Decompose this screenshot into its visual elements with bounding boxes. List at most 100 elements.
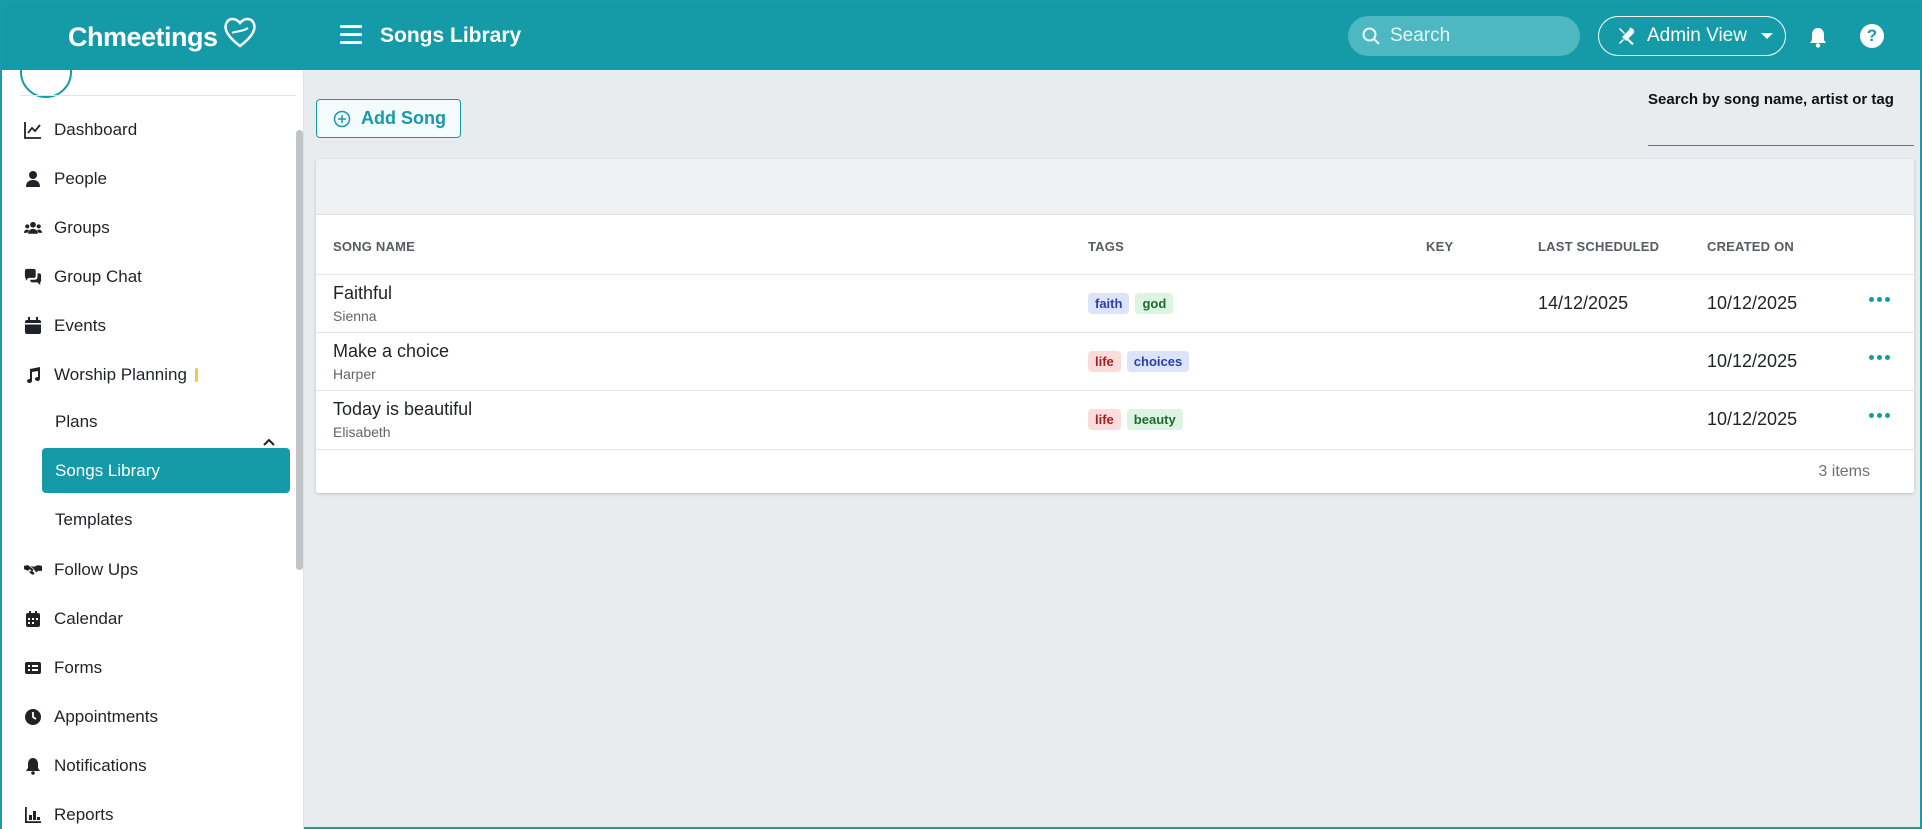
sidebar: Dashboard People Groups Group Chat Event…: [2, 70, 304, 829]
table-row[interactable]: Make a choice Harper life choices 10/12/…: [316, 332, 1914, 390]
calendar-icon: [25, 317, 41, 334]
table-row[interactable]: Today is beautiful Elisabeth life beauty…: [316, 390, 1914, 448]
sidebar-item-dashboard[interactable]: Dashboard: [22, 110, 292, 150]
table-row[interactable]: Faithful Sienna faith god 14/12/2025 10/…: [316, 274, 1914, 332]
table-footer: 3 items: [316, 449, 1914, 493]
sidebar-item-calendar[interactable]: Calendar: [22, 599, 292, 639]
chevron-down-icon: [1760, 33, 1773, 39]
song-search-input[interactable]: [1648, 122, 1914, 146]
songs-table: SONG NAME TAGS KEY LAST SCHEDULED CREATE…: [316, 159, 1914, 493]
sidebar-item-label: Worship Planning: [54, 365, 187, 384]
more-options-icon[interactable]: [1869, 297, 1893, 307]
sidebar-item-label: Calendar: [54, 609, 123, 628]
sidebar-item-forms[interactable]: Forms: [22, 648, 292, 688]
last-scheduled: 14/12/2025: [1538, 293, 1629, 313]
created-on: 10/12/2025: [1707, 293, 1798, 313]
sidebar-subitem-songs-library[interactable]: Songs Library: [42, 448, 290, 493]
sidebar-item-groups[interactable]: Groups: [22, 208, 292, 248]
person-icon: [26, 171, 40, 187]
song-tags: life beauty: [1088, 409, 1183, 430]
tools-icon: [1619, 27, 1635, 45]
page-title: Songs Library: [380, 24, 522, 47]
sidebar-subitem-templates[interactable]: Templates: [42, 497, 290, 542]
global-search-input[interactable]: Search: [1348, 16, 1580, 56]
sidebar-item-group-chat[interactable]: Group Chat: [22, 257, 292, 297]
column-header-song-name[interactable]: SONG NAME: [333, 239, 415, 254]
help-button[interactable]: ?: [1860, 24, 1884, 48]
bell-icon[interactable]: [1808, 26, 1828, 48]
new-indicator: [194, 368, 198, 382]
sidebar-item-label: Reports: [54, 805, 114, 824]
song-name[interactable]: Make a choice: [333, 341, 449, 362]
sidebar-item-events[interactable]: Events: [22, 306, 292, 346]
sidebar-item-label: Notifications: [54, 756, 147, 775]
add-song-button[interactable]: Add Song: [316, 99, 461, 138]
sidebar-scrollbar[interactable]: [296, 130, 303, 570]
sidebar-item-people[interactable]: People: [22, 159, 292, 199]
song-artist: Harper: [333, 366, 376, 382]
tag-badge: choices: [1126, 351, 1190, 372]
song-tags: faith god: [1088, 293, 1174, 314]
avatar[interactable]: [20, 70, 72, 98]
clock-icon: [25, 709, 41, 725]
sidebar-subitem-label: Plans: [55, 411, 98, 431]
sidebar-item-label: Appointments: [54, 707, 158, 726]
bell-icon: [26, 758, 40, 775]
sidebar-item-label: Groups: [54, 218, 110, 237]
sidebar-divider: [20, 95, 296, 96]
sidebar-item-notifications[interactable]: Notifications: [22, 746, 292, 786]
sidebar-item-reports[interactable]: Reports: [22, 795, 292, 829]
table-toolbar: [316, 159, 1914, 215]
sidebar-subitem-plans[interactable]: Plans: [42, 399, 290, 444]
more-options-icon[interactable]: [1869, 413, 1893, 423]
column-header-tags[interactable]: TAGS: [1088, 239, 1124, 254]
sidebar-item-follow-ups[interactable]: Follow Ups: [22, 550, 292, 590]
column-header-last-scheduled[interactable]: LAST SCHEDULED: [1538, 239, 1659, 254]
sidebar-subitem-label: Templates: [55, 509, 133, 529]
groups-icon: [24, 221, 42, 234]
chat-icon: [24, 268, 42, 286]
sidebar-item-label: Events: [54, 316, 106, 335]
add-song-label: Add Song: [361, 108, 446, 128]
search-icon: [1362, 27, 1380, 45]
tag-badge: god: [1135, 293, 1174, 314]
items-count: 3 items: [1818, 463, 1870, 480]
song-tags: life choices: [1088, 351, 1190, 372]
more-options-icon[interactable]: [1869, 355, 1893, 365]
sidebar-item-label: Forms: [54, 658, 103, 677]
calendar-grid-icon: [26, 611, 40, 627]
handshake-icon: [24, 565, 42, 575]
sidebar-item-label: Follow Ups: [54, 560, 139, 579]
song-artist: Sienna: [333, 308, 377, 324]
tag-badge: life: [1088, 409, 1121, 430]
created-on: 10/12/2025: [1707, 409, 1798, 429]
sidebar-item-worship-planning[interactable]: Worship Planning: [22, 355, 292, 395]
bar-chart-icon: [25, 807, 41, 823]
menu-toggle-icon[interactable]: [340, 25, 362, 45]
sidebar-subitem-label: Songs Library: [55, 460, 160, 480]
top-bar: Chmeetings Songs Library Search Admin Vi…: [2, 2, 1920, 70]
sidebar-item-appointments[interactable]: Appointments: [22, 697, 292, 737]
search-placeholder: Search: [1390, 25, 1451, 46]
column-header-key[interactable]: KEY: [1426, 239, 1453, 254]
song-artist: Elisabeth: [333, 424, 391, 440]
sidebar-item-label: Group Chat: [54, 267, 142, 286]
tag-badge: life: [1088, 351, 1121, 372]
created-on: 10/12/2025: [1707, 351, 1798, 371]
admin-view-label: Admin View: [1647, 25, 1747, 46]
plus-circle-icon: [333, 110, 351, 127]
column-header-created-on[interactable]: CREATED ON: [1707, 239, 1794, 254]
tag-badge: beauty: [1126, 409, 1183, 430]
form-icon: [25, 662, 41, 674]
chart-line-icon: [24, 122, 41, 139]
sidebar-item-label: Dashboard: [54, 120, 138, 139]
song-name[interactable]: Faithful: [333, 283, 392, 304]
song-name[interactable]: Today is beautiful: [333, 399, 472, 420]
admin-view-dropdown[interactable]: Admin View: [1598, 16, 1786, 56]
sidebar-item-label: People: [54, 169, 107, 188]
music-note-icon: [27, 367, 40, 383]
logo-text: Chmeetings: [68, 22, 218, 52]
logo-heart-icon: [223, 17, 256, 48]
song-search-label: Search by song name, artist or tag: [1648, 91, 1894, 108]
app-logo[interactable]: Chmeetings: [68, 17, 258, 53]
